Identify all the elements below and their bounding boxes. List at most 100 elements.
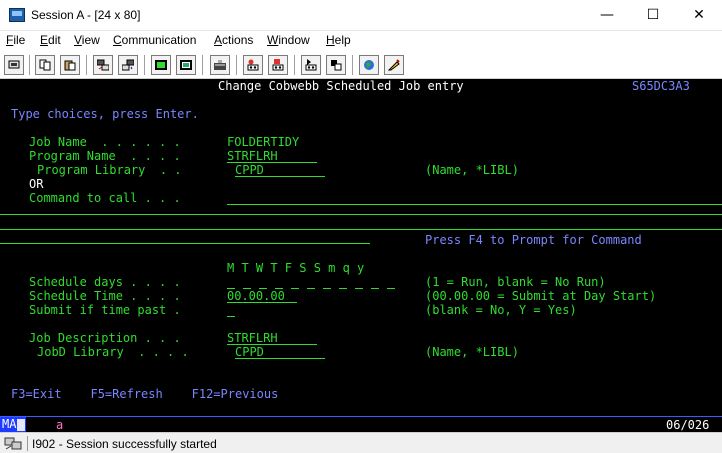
toolbar-separator	[144, 55, 145, 75]
command-field-continuation[interactable]	[0, 229, 722, 230]
job-name-label: Job Name . . . . . .	[29, 135, 181, 149]
display-keypad-icon	[155, 60, 167, 70]
job-name-value: FOLDERTIDY	[227, 135, 300, 149]
macro-record-icon	[214, 60, 226, 70]
program-name-label: Program Name . . . .	[29, 149, 181, 163]
copy-button[interactable]	[35, 55, 55, 75]
command-field[interactable]	[227, 191, 722, 205]
menu-view[interactable]: View	[74, 33, 100, 47]
job-description-field[interactable]: STRFLRH	[227, 331, 317, 345]
paste-icon	[64, 60, 76, 71]
close-button[interactable]: ✕	[676, 0, 722, 31]
window-title: Session A - [24 x 80]	[31, 8, 141, 22]
schedule-day-fri[interactable]	[291, 275, 299, 289]
toolbar-separator	[352, 55, 353, 75]
schedule-days-label: Schedule days . . . .	[29, 275, 181, 289]
jobd-library-label: JobD Library . . . .	[37, 345, 189, 359]
program-library-field[interactable]: CPPD	[235, 163, 325, 177]
jobd-library-hint: (Name, *LIBL)	[425, 345, 519, 359]
schedule-yearly[interactable]	[371, 275, 379, 289]
menu-communication[interactable]: Communication	[113, 33, 196, 47]
toolbar-separator	[202, 55, 203, 75]
toolbar-separator	[29, 55, 30, 75]
schedule-time-hint: (00.00.00 = Submit at Day Start)	[425, 289, 657, 303]
command-field-continuation[interactable]	[0, 243, 370, 244]
macro-run-button[interactable]	[301, 55, 321, 75]
send-file-button[interactable]	[93, 55, 113, 75]
macro-record-button[interactable]	[210, 55, 230, 75]
screen-title: Change Cobwebb Scheduled Job entry	[218, 79, 464, 93]
screen-id: S65DC3A3	[632, 79, 690, 93]
schedule-day-tue[interactable]	[243, 275, 251, 289]
toolbar	[0, 51, 722, 79]
minimize-button[interactable]: —	[584, 0, 630, 31]
settings-button[interactable]	[326, 55, 346, 75]
status-bar: I902 - Session successfully started	[0, 432, 722, 453]
macro-stop-icon	[272, 59, 284, 71]
send-file-icon	[97, 59, 109, 71]
schedule-days-hint: (1 = Run, blank = No Run)	[425, 275, 606, 289]
command-field-continuation[interactable]	[0, 214, 722, 215]
program-name-field[interactable]: STRFLRH	[227, 149, 317, 163]
schedule-time-label: Schedule Time . . . .	[29, 289, 181, 303]
terminal-screen[interactable]: Change Cobwebb Scheduled Job entry S65DC…	[0, 79, 722, 416]
submit-past-label: Submit if time past .	[29, 303, 181, 317]
maximize-button[interactable]: ☐	[630, 0, 676, 31]
paste-button[interactable]	[60, 55, 80, 75]
toolbar-separator	[236, 55, 237, 75]
keypad-icon	[180, 60, 192, 70]
menu-window[interactable]: Window	[267, 33, 310, 47]
job-description-label: Job Description . . .	[29, 331, 181, 345]
cursor-position: 06/026	[666, 418, 710, 432]
toolbar-separator	[294, 55, 295, 75]
f4-prompt-hint: Press F4 to Prompt for Command	[425, 233, 642, 247]
instruction-text: Type choices, press Enter.	[11, 107, 199, 121]
schedule-day-wed[interactable]	[259, 275, 267, 289]
schedule-day-thu[interactable]	[275, 275, 283, 289]
menu-file[interactable]: File	[6, 33, 25, 47]
schedule-day-sat[interactable]	[307, 275, 315, 289]
operator-info-area: MA a 06/026	[0, 416, 722, 432]
macro-run-icon	[305, 59, 317, 71]
program-library-label: Program Library . .	[37, 163, 182, 177]
print-screen-icon	[8, 60, 20, 69]
submit-past-hint: (blank = No, Y = Yes)	[425, 303, 577, 317]
schedule-day-mon[interactable]	[227, 275, 235, 289]
customize-icon	[388, 59, 400, 71]
schedule-extra[interactable]	[387, 275, 395, 289]
terminal-app-icon	[9, 8, 25, 22]
menu-help[interactable]: Help	[326, 33, 351, 47]
customize-button[interactable]	[384, 55, 404, 75]
macro-stop-button[interactable]	[268, 55, 288, 75]
copy-icon	[39, 59, 51, 71]
print-screen-button[interactable]	[4, 55, 24, 75]
toolbar-separator	[86, 55, 87, 75]
settings-icon	[331, 60, 342, 71]
schedule-monthly[interactable]	[339, 275, 347, 289]
display-keypad-button[interactable]	[151, 55, 171, 75]
oia-mode: a	[56, 418, 64, 432]
status-message: I902 - Session successfully started	[32, 437, 217, 451]
menu-actions[interactable]: Actions	[214, 33, 253, 47]
support-icon	[364, 60, 374, 70]
command-label: Command to call . . .	[29, 191, 181, 205]
oia-cursor-block	[17, 419, 25, 431]
keypad-button[interactable]	[176, 55, 196, 75]
menu-bar: File Edit View Communication Actions Win…	[0, 31, 722, 51]
macro-play-icon	[247, 59, 259, 71]
receive-file-icon	[122, 59, 134, 71]
function-keys: F3=Exit F5=Refresh F12=Previous	[11, 387, 279, 401]
program-library-hint: (Name, *LIBL)	[425, 163, 519, 177]
status-separator	[27, 436, 28, 451]
days-header: M T W T F S S m q y	[227, 261, 365, 275]
menu-edit[interactable]: Edit	[40, 33, 61, 47]
macro-play-button[interactable]	[243, 55, 263, 75]
schedule-quarterly[interactable]	[355, 275, 363, 289]
jobd-library-field[interactable]: CPPD	[235, 345, 325, 359]
schedule-day-sun[interactable]	[323, 275, 331, 289]
schedule-time-field[interactable]: 00.00.00	[227, 289, 297, 303]
receive-file-button[interactable]	[118, 55, 138, 75]
submit-past-field[interactable]	[227, 303, 235, 317]
support-button[interactable]	[359, 55, 379, 75]
or-label: OR	[29, 177, 44, 191]
